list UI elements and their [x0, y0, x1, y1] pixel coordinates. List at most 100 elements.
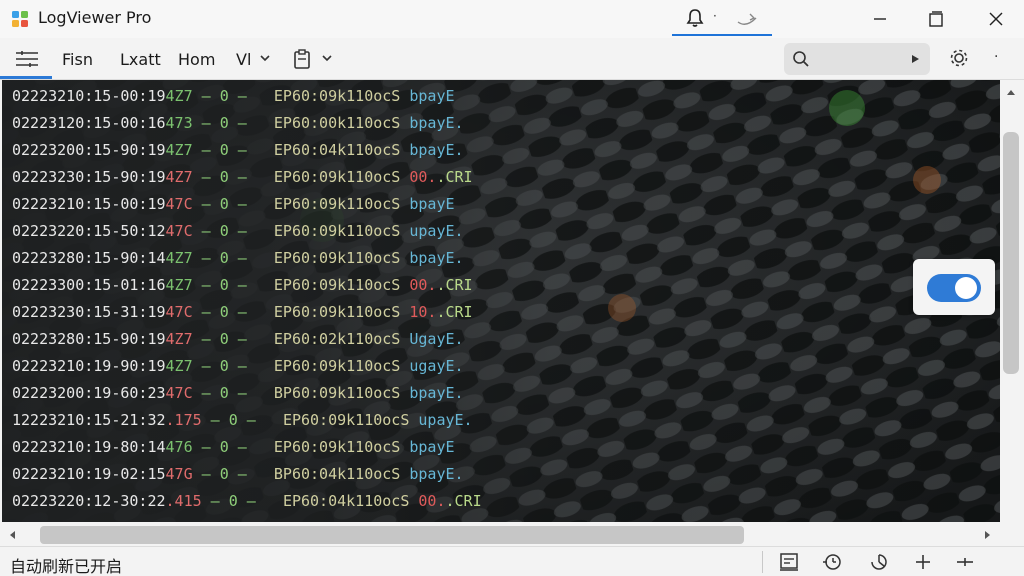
- scroll-up-icon[interactable]: [1006, 88, 1016, 96]
- log-thread-id: 476: [165, 438, 193, 456]
- log-code: EP60:09k110ocS: [273, 357, 401, 375]
- log-timestamp: 02223210:19-02:15: [12, 465, 166, 483]
- log-line[interactable]: 02223220:12-30:22.415 – 0 – EP60:04k110o…: [12, 488, 482, 514]
- notification-bell-icon[interactable]: [684, 7, 706, 29]
- log-message: 00.: [409, 492, 446, 510]
- log-line[interactable]: 02223200:19-60:2347C – 0 – BP60:09k110oc…: [12, 380, 464, 406]
- log-line[interactable]: 02223120:15-00:16473 – 0 – EP60:00k110oc…: [12, 110, 464, 136]
- log-separator: – 0 –: [192, 87, 247, 105]
- view-chevron-down-icon[interactable]: [259, 53, 271, 63]
- log-timestamp: 12223210:15-21:32: [12, 411, 166, 429]
- log-thread-id: 47C: [165, 195, 193, 213]
- log-thread-id: 47C: [165, 222, 193, 240]
- menu-active-indicator: [0, 76, 52, 79]
- log-message: bpayE.: [400, 114, 464, 132]
- hamburger-menu-icon[interactable]: [14, 49, 40, 69]
- log-line[interactable]: 02223280:15-90:194Z7 – 0 – EP60:02k110oc…: [12, 326, 464, 352]
- menu-item-home[interactable]: Hom: [178, 50, 215, 69]
- log-separator: – 0 –: [192, 195, 247, 213]
- auto-refresh-toggle[interactable]: [927, 274, 981, 302]
- log-timestamp: 02223210:19-80:14: [12, 438, 166, 456]
- log-thread-id: 4Z7: [165, 330, 193, 348]
- log-message: UgayE.: [400, 330, 464, 348]
- app-logo-icon: [12, 11, 28, 27]
- log-message: upayE.: [400, 222, 464, 240]
- log-timestamp: 02223200:19-60:23: [12, 384, 166, 402]
- export-icon[interactable]: [778, 552, 800, 572]
- log-line[interactable]: 02223200:15-90:194Z7 – 0 – EP60:04k110oc…: [12, 137, 464, 163]
- titlebar-active-indicator: [672, 34, 772, 36]
- log-line[interactable]: 02223210:15-00:194Z7 – 0 – EP60:09k110oc…: [12, 83, 455, 109]
- log-separator: – 0 –: [192, 465, 247, 483]
- log-separator: – 0 –: [192, 222, 247, 240]
- log-line[interactable]: 02223220:15-50:1247C – 0 – EP60:09k110oc…: [12, 218, 464, 244]
- log-thread-id: 4Z7: [165, 249, 193, 267]
- log-separator: – 0 –: [192, 141, 247, 159]
- split-icon[interactable]: [954, 552, 976, 572]
- scroll-left-icon[interactable]: [8, 530, 16, 540]
- search-go-icon[interactable]: [910, 54, 920, 64]
- log-line[interactable]: 02223230:15-31:1947C – 0 – EP60:09k110oc…: [12, 299, 473, 325]
- timer-icon[interactable]: [868, 552, 890, 572]
- log-message: bpayE.: [400, 465, 464, 483]
- log-line[interactable]: 12223210:15-21:32.175 – 0 – EP60:09k110o…: [12, 407, 473, 433]
- maximize-icon: [929, 11, 943, 27]
- log-line[interactable]: 02223210:19-90:194Z7 – 0 – EP60:09k110oc…: [12, 353, 464, 379]
- log-line[interactable]: 02223230:15-90:194Z7 – 0 – EP60:09k110oc…: [12, 164, 473, 190]
- add-icon[interactable]: [912, 552, 934, 572]
- log-thread-id: 4Z7: [165, 276, 193, 294]
- scroll-right-icon[interactable]: [984, 530, 992, 540]
- search-input[interactable]: [784, 43, 930, 75]
- log-message: bpayE: [400, 438, 455, 456]
- log-separator: – 0 –: [192, 114, 247, 132]
- more-options-button[interactable]: ·: [994, 49, 998, 65]
- minimize-icon: [874, 18, 886, 20]
- log-code: EP60:02k110ocS: [273, 330, 401, 348]
- log-separator: – 0 –: [192, 303, 247, 321]
- menu-item-view[interactable]: Vl: [236, 50, 251, 69]
- menu-bar: Fisn Lxatt Hom Vl ·: [0, 38, 1024, 80]
- log-timestamp: 02223120:15-00:16: [12, 114, 166, 132]
- log-timestamp: 02223210:15-00:19: [12, 195, 166, 213]
- maximize-button[interactable]: [914, 4, 958, 34]
- log-line[interactable]: 02223210:19-02:1547G – 0 – BP60:04k110oc…: [12, 461, 464, 487]
- log-timestamp: 02223200:15-90:19: [12, 141, 166, 159]
- log-line[interactable]: 02223210:15-00:1947C – 0 – EP60:09k110oc…: [12, 191, 455, 217]
- log-separator: – 0 –: [201, 492, 256, 510]
- log-thread-id: 4Z7: [165, 87, 193, 105]
- log-timestamp: 02223300:15-01:16: [12, 276, 166, 294]
- log-separator: – 0 –: [192, 438, 247, 456]
- log-thread-id: .415: [165, 492, 202, 510]
- log-line[interactable]: 02223210:19-80:14476 – 0 – EP60:09k110oc…: [12, 434, 455, 460]
- clipboard-icon[interactable]: [292, 48, 312, 70]
- log-message: bpayE.: [400, 249, 464, 267]
- log-separator: – 0 –: [201, 411, 256, 429]
- toggle-knob: [955, 277, 977, 299]
- clipboard-chevron-down-icon[interactable]: [321, 53, 333, 63]
- log-message: bpayE: [400, 195, 455, 213]
- log-timestamp: 02223210:19-90:19: [12, 357, 166, 375]
- log-code: EP60:09k110ocS: [273, 438, 401, 456]
- log-level-tag: .CRI: [436, 168, 473, 186]
- log-thread-id: 4Z7: [165, 357, 193, 375]
- log-line[interactable]: 02223280:15-90:144Z7 – 0 – EP60:09k110oc…: [12, 245, 464, 271]
- log-thread-id: .175: [165, 411, 202, 429]
- log-message: 10.: [400, 303, 437, 321]
- history-icon[interactable]: [822, 552, 844, 572]
- gear-icon[interactable]: [948, 47, 970, 69]
- menu-item-file[interactable]: Fisn: [62, 50, 93, 69]
- close-button[interactable]: [974, 4, 1018, 34]
- log-line[interactable]: 02223300:15-01:164Z7 – 0 – EP60:09k110oc…: [12, 272, 473, 298]
- log-message: 00.: [400, 276, 437, 294]
- vertical-scroll-thumb[interactable]: [1003, 132, 1019, 374]
- account-icon[interactable]: [732, 8, 762, 30]
- log-message: ugayE.: [400, 357, 464, 375]
- log-code: EP60:04k110ocS: [282, 492, 410, 510]
- log-message: 00.: [400, 168, 437, 186]
- title-bar: LogViewer Pro ·: [0, 0, 1024, 38]
- minimize-button[interactable]: [858, 4, 902, 34]
- log-view[interactable]: 02223210:15-00:19 4Z7 – 0 – EP60:09k110oc…: [2, 80, 1000, 522]
- horizontal-scroll-thumb[interactable]: [40, 526, 744, 544]
- menu-item-edit[interactable]: Lxatt: [120, 50, 161, 69]
- log-code: BP60:09k110ocS: [273, 384, 401, 402]
